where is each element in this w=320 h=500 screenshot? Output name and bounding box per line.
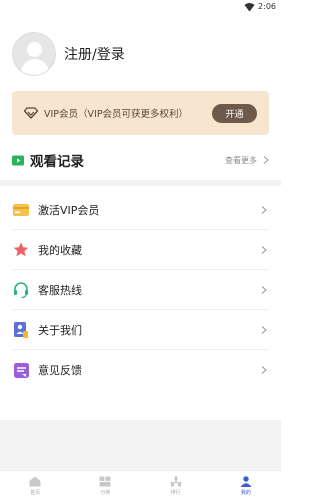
login-label[interactable]: 注册/登录 xyxy=(64,44,125,64)
diamond-icon xyxy=(24,107,38,119)
vip-open-button[interactable]: 开通 xyxy=(212,103,257,123)
bottom-spacer xyxy=(0,420,281,470)
tab-label: 分类 xyxy=(100,489,111,496)
view-more-link[interactable]: 查看更多 xyxy=(225,155,257,166)
menu-item-label: 客服热线 xyxy=(38,283,82,297)
menu-item-label: 关于我们 xyxy=(38,323,82,337)
home-icon xyxy=(29,476,41,486)
menu-item-label: 意见反馈 xyxy=(38,364,82,377)
about-icon xyxy=(12,321,30,339)
profile-icon xyxy=(240,475,252,487)
avatar-icon[interactable] xyxy=(12,32,56,76)
chevron-right-icon xyxy=(261,366,267,374)
menu-list: 激活VIP会员 我的收藏 客服热线 关于我们 意见反馈 xyxy=(12,190,269,390)
menu-item-about[interactable]: 关于我们 xyxy=(12,310,269,350)
tab-label: 排行 xyxy=(170,489,181,496)
chevron-right-icon xyxy=(261,325,267,334)
menu-item-hotline[interactable]: 客服热线 xyxy=(12,270,269,310)
tab-label: 首页 xyxy=(30,489,41,496)
menu-item-label: 我的收藏 xyxy=(38,243,82,257)
tab-profile[interactable]: 我的 xyxy=(211,471,281,500)
section-divider xyxy=(0,180,281,186)
rank-icon xyxy=(170,476,182,486)
wifi-icon xyxy=(244,3,255,12)
bottom-tab-bar: 首页 分类 排行 我的 xyxy=(0,470,281,500)
vip-banner[interactable]: VIP会员（VIP会员可获更多权利） 开通 xyxy=(12,91,269,135)
tab-home[interactable]: 首页 xyxy=(0,471,70,500)
tab-label: 我的 xyxy=(240,489,251,496)
headset-icon xyxy=(12,281,30,299)
tab-category[interactable]: 分类 xyxy=(70,471,140,500)
watch-history-title: 观看记录 xyxy=(30,154,84,170)
category-icon xyxy=(99,476,111,486)
menu-item-label: 激活VIP会员 xyxy=(38,203,100,217)
vip-banner-text: VIP会员（VIP会员可获更多权利） xyxy=(44,109,189,120)
card-icon xyxy=(12,201,30,219)
feedback-icon xyxy=(12,361,30,379)
star-icon xyxy=(12,241,30,259)
menu-item-favorites[interactable]: 我的收藏 xyxy=(12,230,269,270)
chevron-right-icon xyxy=(261,205,267,214)
chevron-right-icon xyxy=(261,245,267,254)
profile-login[interactable]: 注册/登录 xyxy=(12,32,125,76)
tab-rank[interactable]: 排行 xyxy=(141,471,211,500)
watch-history-header: 观看记录 查看更多 xyxy=(12,150,269,170)
menu-item-feedback[interactable]: 意见反馈 xyxy=(12,350,269,390)
chevron-right-icon xyxy=(261,285,267,294)
menu-item-activate-vip[interactable]: 激活VIP会员 xyxy=(12,190,269,230)
status-bar: 2:06 xyxy=(0,0,281,16)
status-time: 2:06 xyxy=(258,2,276,11)
chevron-right-icon[interactable] xyxy=(263,156,269,164)
film-icon xyxy=(12,155,24,166)
